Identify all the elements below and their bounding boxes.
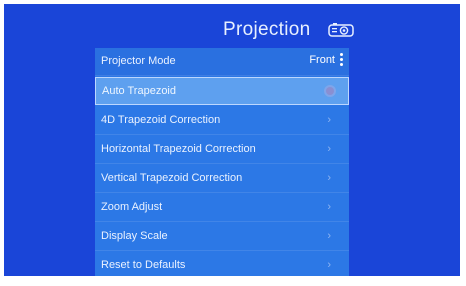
projector-mode-row[interactable]: Projector Mode Front [95,48,349,76]
settings-menu: Projector Mode Front Auto Trapezoid 4D T… [95,48,349,276]
menu-item-label: Zoom Adjust [101,201,163,213]
chevron-right-icon: › [327,114,331,126]
projection-screen: Projection Projector Mode Front Auto Tra… [4,4,460,276]
chevron-right-icon: › [327,172,331,184]
menu-item-label: Display Scale [101,230,168,242]
menu-item-horizontal-trapezoid[interactable]: Horizontal Trapezoid Correction › [95,136,349,164]
toggle-indicator-icon[interactable] [326,87,334,95]
page-title: Projection [223,19,311,40]
chevron-right-icon: › [327,259,331,271]
menu-item-4d-trapezoid[interactable]: 4D Trapezoid Correction › [95,107,349,135]
title-bar: Projection [4,14,460,46]
chevron-right-icon: › [327,230,331,242]
chevron-right-icon: › [327,201,331,213]
chevron-right-icon: › [327,143,331,155]
menu-item-label: 4D Trapezoid Correction [101,114,221,126]
projector-mode-label: Projector Mode [101,55,176,67]
menu-item-display-scale[interactable]: Display Scale › [95,223,349,251]
menu-item-reset-defaults[interactable]: Reset to Defaults › [95,252,349,276]
menu-item-label: Vertical Trapezoid Correction [101,172,243,184]
menu-item-auto-trapezoid[interactable]: Auto Trapezoid [95,77,349,105]
projector-mode-value: Front [309,54,335,66]
menu-item-label: Auto Trapezoid [102,85,176,97]
menu-item-label: Reset to Defaults [101,259,186,271]
menu-item-label: Horizontal Trapezoid Correction [101,143,256,155]
menu-item-vertical-trapezoid[interactable]: Vertical Trapezoid Correction › [95,165,349,193]
projector-icon [328,23,354,37]
menu-item-zoom-adjust[interactable]: Zoom Adjust › [95,194,349,222]
more-options-icon[interactable] [340,53,343,69]
